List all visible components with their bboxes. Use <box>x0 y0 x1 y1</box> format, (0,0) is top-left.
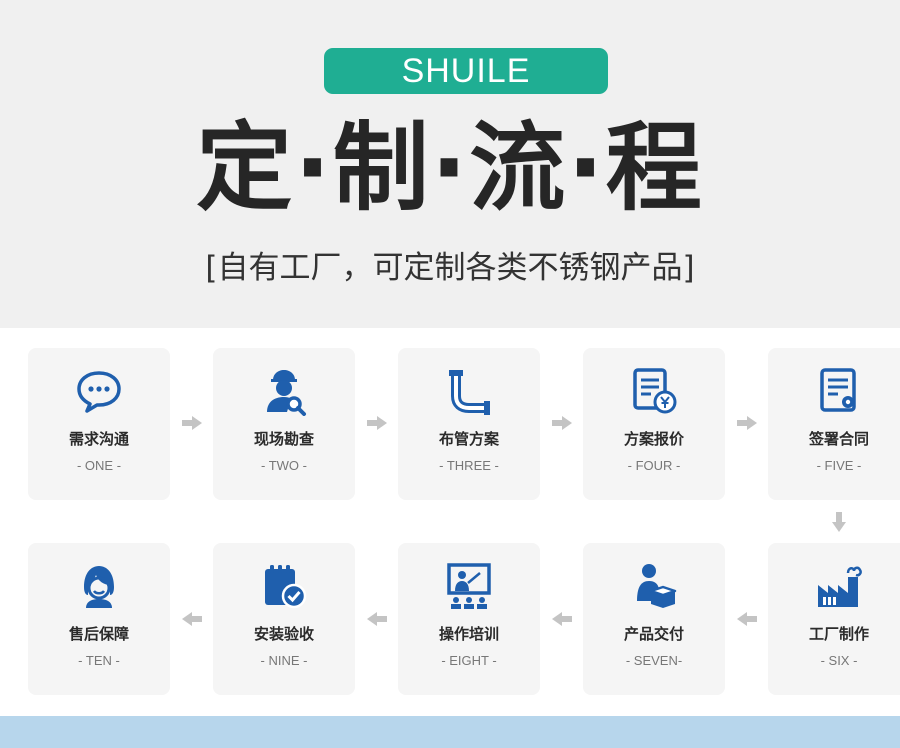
arrow-right-icon <box>737 416 757 430</box>
quote-document-icon <box>629 366 679 416</box>
step-title: 方案报价 <box>623 430 684 448</box>
step-title: 需求沟通 <box>68 430 129 448</box>
step-card-four: 方案报价 - FOUR - <box>583 348 725 500</box>
training-board-icon <box>444 561 494 611</box>
step-card-seven: 产品交付 - SEVEN- <box>583 543 725 695</box>
arrow-left-icon <box>182 612 202 626</box>
factory-icon <box>814 561 864 611</box>
step-number: - FIVE - <box>816 458 862 473</box>
chat-bubble-icon <box>74 366 124 416</box>
step-title: 产品交付 <box>623 625 684 643</box>
customer-service-icon <box>74 561 124 611</box>
delivery-person-icon <box>629 561 679 611</box>
step-title: 售后保障 <box>68 625 129 643</box>
arrow-right-icon <box>552 416 572 430</box>
arrow-left-icon <box>552 612 572 626</box>
step-title: 现场勘查 <box>253 430 314 448</box>
step-number: - ONE - <box>76 458 122 473</box>
arrow-right-icon <box>367 416 387 430</box>
hero-banner: SHUILE 定·制·流·程 [自有工厂，可定制各类不锈钢产品] <box>0 0 900 328</box>
arrow-left-icon <box>367 612 387 626</box>
step-number: - SIX - <box>820 653 858 668</box>
step-number: - THREE - <box>439 458 499 473</box>
inspector-search-icon <box>259 366 309 416</box>
step-card-nine: 安装验收 - NINE - <box>213 543 355 695</box>
page-subtitle: [自有工厂，可定制各类不锈钢产品] <box>205 250 695 286</box>
checklist-icon <box>259 561 309 611</box>
step-number: - SEVEN- <box>625 653 683 668</box>
step-number: - TEN - <box>78 653 120 668</box>
step-card-eight: 操作培训 - EIGHT - <box>398 543 540 695</box>
step-title: 工厂制作 <box>808 625 869 643</box>
step-number: - TWO - <box>261 458 307 473</box>
process-flow: 需求沟通 - ONE - 现场勘查 - TWO - 布管方案 - THREE -… <box>0 328 900 716</box>
arrow-down-icon <box>832 512 846 532</box>
step-title: 签署合同 <box>808 430 869 448</box>
step-card-ten: 售后保障 - TEN - <box>28 543 170 695</box>
step-card-one: 需求沟通 - ONE - <box>28 348 170 500</box>
step-number: - FOUR - <box>627 458 681 473</box>
step-number: - NINE - <box>260 653 308 668</box>
step-card-two: 现场勘查 - TWO - <box>213 348 355 500</box>
pipe-icon <box>444 366 494 416</box>
step-number: - EIGHT - <box>441 653 497 668</box>
page-title: 定·制·流·程 <box>196 112 704 224</box>
arrow-right-icon <box>182 416 202 430</box>
footer-band <box>0 716 900 748</box>
step-title: 安装验收 <box>253 625 314 643</box>
contract-icon <box>814 366 864 416</box>
step-title: 操作培训 <box>438 625 499 643</box>
step-card-three: 布管方案 - THREE - <box>398 348 540 500</box>
arrow-left-icon <box>737 612 757 626</box>
step-card-six: 工厂制作 - SIX - <box>768 543 900 695</box>
step-title: 布管方案 <box>438 430 499 448</box>
brand-badge: SHUILE <box>324 48 608 94</box>
step-card-five: 签署合同 - FIVE - <box>768 348 900 500</box>
